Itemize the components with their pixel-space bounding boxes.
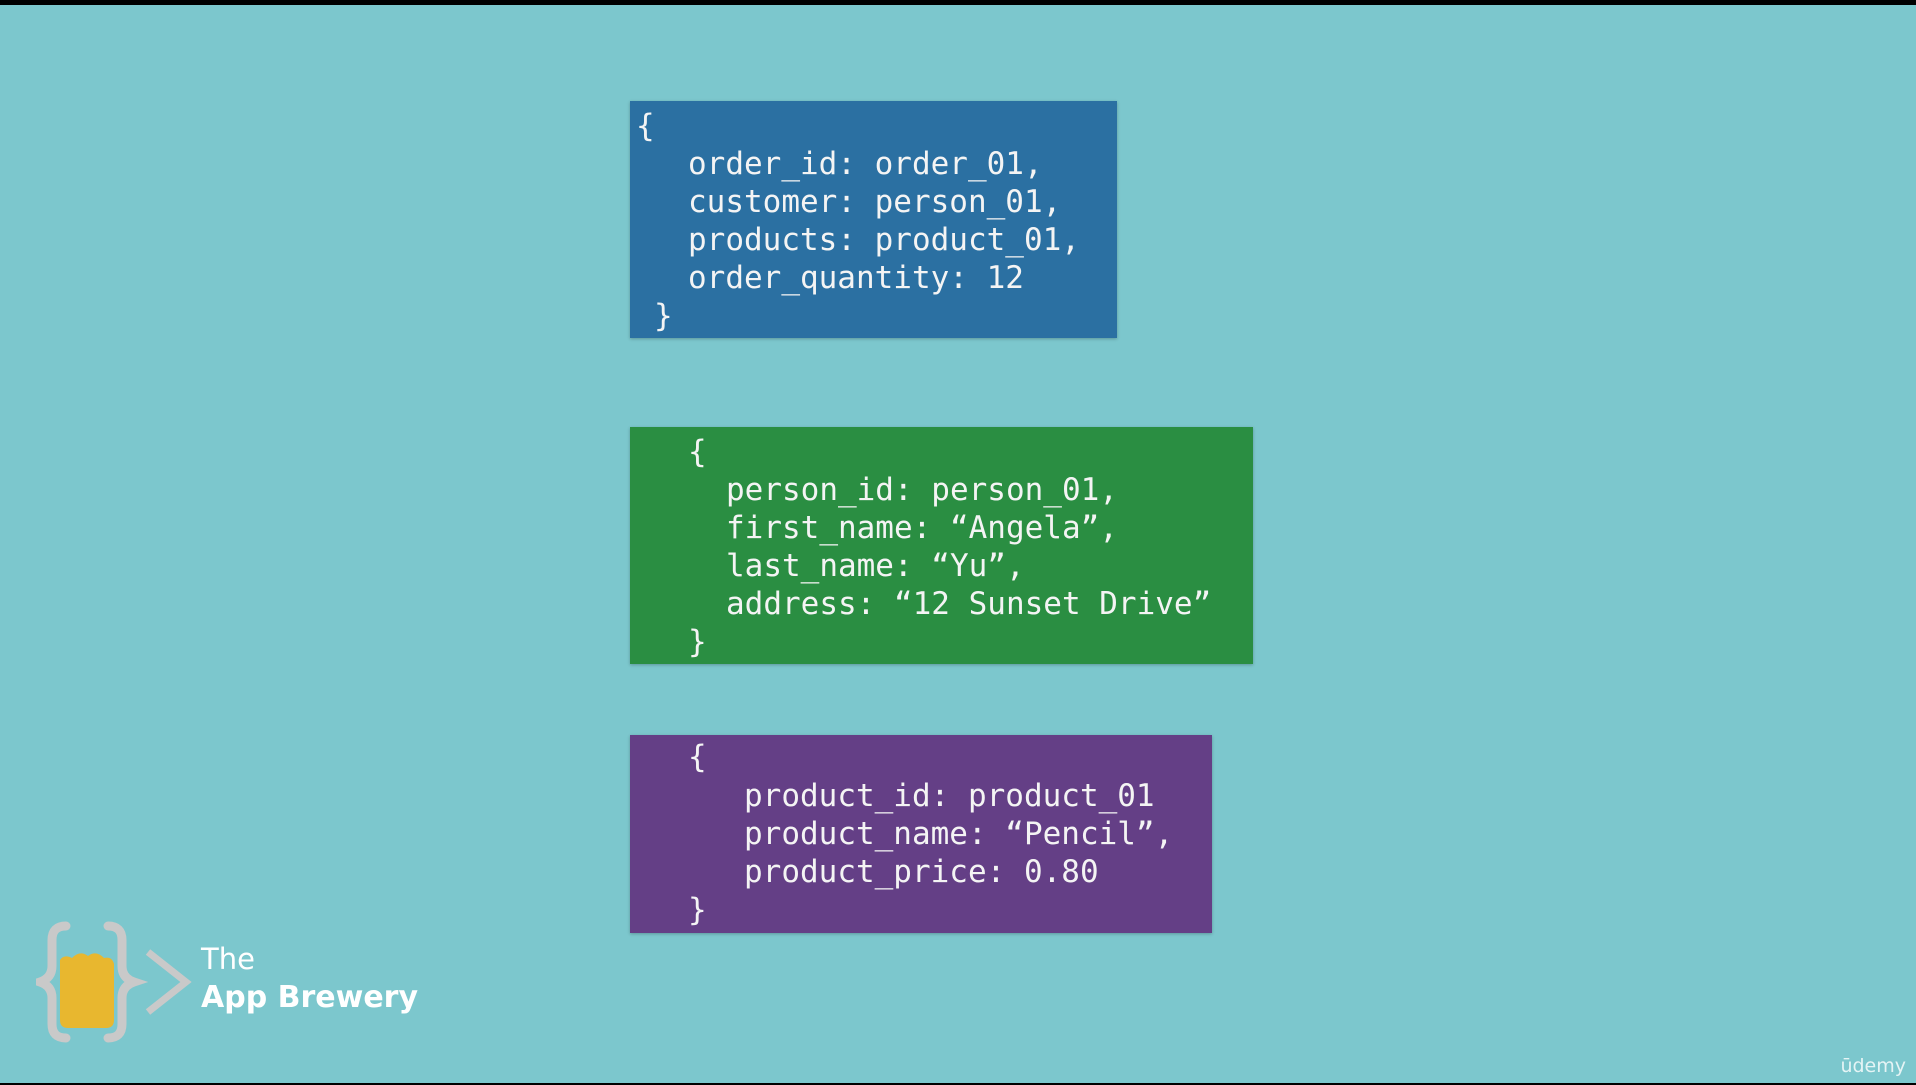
person-document-card: { person_id: person_01, first_name: “Ang… <box>630 427 1253 664</box>
code-line: order_quantity: 12 <box>688 260 1024 296</box>
code-line: order_id: order_01, <box>688 146 1043 182</box>
code-line: product_name: “Pencil”, <box>744 816 1174 852</box>
logo-text-app-brewery: App Brewery <box>201 980 419 1015</box>
code-line: } <box>688 892 707 928</box>
code-line: products: product_01, <box>688 222 1080 258</box>
code-line: } <box>688 624 707 660</box>
slide-background: { order_id: order_01, customer: person_0… <box>0 5 1916 1083</box>
code-line: { <box>688 434 707 470</box>
code-line: person_id: person_01, <box>726 472 1118 508</box>
code-line: { <box>636 108 655 144</box>
code-line: address: “12 Sunset Drive” <box>726 586 1212 622</box>
product-document-card: { product_id: product_01 product_name: “… <box>630 735 1212 933</box>
code-line: customer: person_01, <box>688 184 1062 220</box>
logo-text-the: The <box>201 942 255 976</box>
app-brewery-logo-icon <box>25 921 192 1043</box>
code-line: { <box>688 739 707 775</box>
code-line: product_price: 0.80 <box>744 854 1099 890</box>
code-line: } <box>654 298 673 334</box>
code-line: last_name: “Yu”, <box>726 548 1025 584</box>
order-document-card: { order_id: order_01, customer: person_0… <box>630 101 1117 338</box>
udemy-watermark: ūdemy <box>1840 1055 1906 1077</box>
code-line: first_name: “Angela”, <box>726 510 1118 546</box>
code-line: product_id: product_01 <box>744 778 1155 814</box>
app-brewery-logo: The App Brewery <box>25 920 426 1045</box>
